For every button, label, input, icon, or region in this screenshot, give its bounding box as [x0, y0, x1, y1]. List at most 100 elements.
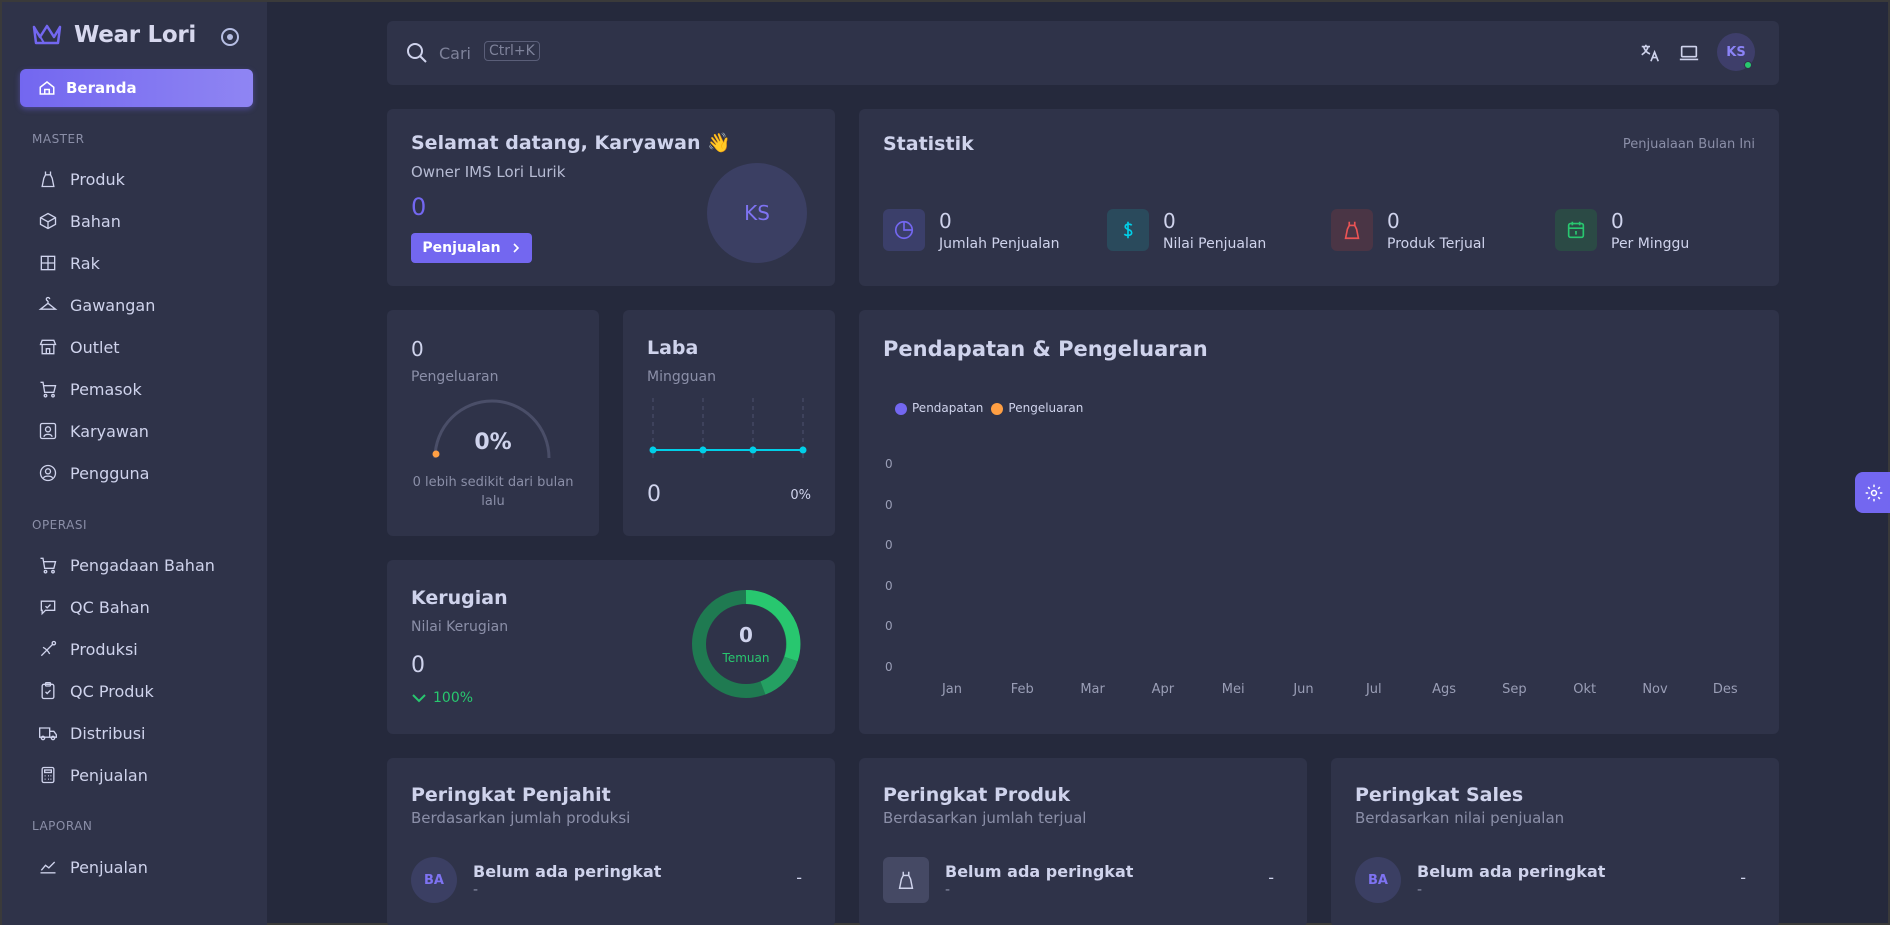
online-status-dot — [1744, 61, 1752, 69]
user-square-icon — [39, 422, 57, 440]
stat-value: 0 — [1387, 209, 1400, 233]
ranking-subtitle: Berdasarkan jumlah produksi — [411, 809, 631, 827]
sidebar-item-pengguna[interactable]: Pengguna — [38, 463, 149, 483]
sidebar-item-karyawan[interactable]: Karyawan — [38, 421, 149, 441]
stat-value: 0 — [1163, 209, 1176, 233]
cart-icon — [40, 381, 57, 398]
search-icon[interactable] — [405, 41, 429, 65]
ranking-avatar: BA — [411, 857, 457, 903]
statistik-card: Statistik Penjualaan Bulan Ini 0 Jumlah P… — [859, 109, 1779, 286]
search-shortcut: Ctrl+K — [484, 41, 540, 61]
statistik-title: Statistik — [883, 133, 974, 155]
message-check-icon — [40, 600, 56, 616]
customizer-button[interactable] — [1855, 472, 1890, 513]
donut-value: 0 — [739, 623, 753, 647]
peringkat-sales-card: Peringkat Sales Berdasarkan nilai penjua… — [1331, 758, 1779, 925]
donut-label: Temuan — [722, 651, 770, 665]
sidebar-item-qc-bahan[interactable]: QC Bahan — [38, 597, 150, 617]
gauge-percent: 0% — [474, 430, 512, 455]
chart-plot-area — [859, 310, 1779, 734]
sidebar-item-gawangan[interactable]: Gawangan — [38, 295, 155, 315]
pie-chart-icon — [883, 209, 925, 251]
sidebar-item-label: Pengadaan Bahan — [70, 555, 215, 575]
sidebar-item-label: Outlet — [70, 337, 120, 357]
crown-logo-icon — [32, 24, 62, 45]
ranking-detail: - — [473, 882, 479, 898]
peringkat-produk-card: Peringkat Produk Berdasarkan jumlah terj… — [859, 758, 1307, 925]
laba-title: Laba — [647, 337, 699, 359]
sidebar-item-pemasok[interactable]: Pemasok — [38, 379, 142, 399]
ranking-avatar: BA — [1355, 857, 1401, 903]
ranking-value: - — [1740, 868, 1746, 887]
ranking-detail: - — [1417, 882, 1423, 898]
kerugian-value: 0 — [411, 653, 425, 678]
sidebar-item-label: Karyawan — [70, 421, 149, 441]
stat-nilai-penjualan: 0 Nilai Penjualan — [1107, 209, 1266, 252]
sidebar-item-penjualan[interactable]: Penjualan — [38, 765, 148, 785]
sidebar-item-beranda[interactable]: Beranda — [20, 69, 253, 107]
truck-icon — [39, 727, 57, 741]
sidebar-item-produksi[interactable]: Produksi — [38, 639, 138, 659]
kerugian-change: 100% — [411, 690, 473, 706]
gear-icon — [1865, 484, 1882, 501]
stat-label: Jumlah Penjualan — [939, 236, 1060, 252]
pendapatan-pengeluaran-card: Pendapatan & Pengeluaran Pendapatan Peng… — [859, 310, 1779, 734]
sidebar-item-label: Bahan — [70, 211, 121, 231]
ranking-detail: - — [945, 882, 951, 898]
ranking-value: - — [796, 868, 802, 887]
clipboard-check-icon — [41, 682, 55, 700]
ranking-subtitle: Berdasarkan jumlah terjual — [883, 809, 1087, 827]
stat-value: 0 — [1611, 209, 1624, 233]
stat-value: 0 — [939, 209, 952, 233]
sidebar-item-label: Rak — [70, 253, 100, 273]
pengeluaran-note: 0 lebih sedikit dari bulan lalu — [412, 475, 574, 509]
ranking-subtitle: Berdasarkan nilai penjualan — [1355, 809, 1565, 827]
hanger-icon — [38, 296, 58, 310]
chevron-right-icon — [513, 243, 519, 253]
welcome-subtitle: Owner IMS Lori Lurik — [411, 163, 566, 181]
sidebar-item-label: QC Produk — [70, 681, 154, 701]
sidebar-item-label: Penjualan — [70, 857, 148, 877]
sidebar-item-produk[interactable]: Produk — [38, 169, 125, 189]
stat-label: Produk Terjual — [1387, 236, 1486, 252]
store-icon — [39, 339, 57, 355]
sidebar-item-outlet[interactable]: Outlet — [38, 337, 120, 357]
sidebar-item-qc-produk[interactable]: QC Produk — [38, 681, 154, 701]
sidebar-item-bahan[interactable]: Bahan — [38, 211, 121, 231]
penjualan-button[interactable]: Penjualan — [411, 233, 532, 263]
brand[interactable]: Wear Lori — [32, 22, 196, 48]
sidebar-toggle-icon[interactable] — [221, 28, 239, 46]
ranking-name: Belum ada peringkat — [945, 862, 1134, 881]
laba-sparkline — [649, 398, 807, 458]
section-title-master: MASTER — [32, 132, 85, 146]
kerugian-card: Kerugian Nilai Kerugian 0 100% 0 Temuan — [387, 560, 835, 734]
sidebar-item-label: Pengguna — [70, 463, 150, 483]
dress-icon — [41, 171, 55, 188]
needle-icon — [40, 640, 57, 657]
sidebar-item-pengadaan-bahan[interactable]: Pengadaan Bahan — [38, 555, 215, 575]
sidebar-item-label: Produksi — [70, 639, 138, 659]
sidebar-item-laporan-penjualan[interactable]: Penjualan — [38, 857, 148, 877]
ranking-name: Belum ada peringkat — [1417, 862, 1606, 881]
translate-icon[interactable] — [1639, 42, 1661, 64]
dress-icon — [1331, 209, 1373, 251]
stat-jumlah-penjualan: 0 Jumlah Penjualan — [883, 209, 1060, 252]
laba-value: 0 — [647, 482, 661, 507]
cart-icon — [40, 557, 57, 574]
section-title-operasi: OPERASI — [32, 518, 87, 532]
laptop-icon[interactable] — [1678, 42, 1700, 64]
peringkat-penjahit-card: Peringkat Penjahit Berdasarkan jumlah pr… — [387, 758, 835, 925]
sidebar-item-label: Gawangan — [70, 295, 156, 315]
sidebar-item-distribusi[interactable]: Distribusi — [38, 723, 145, 743]
sidebar: Wear Lori Beranda MASTER Produk Bahan Ra… — [2, 2, 267, 925]
pengeluaran-label: Pengeluaran — [411, 369, 499, 385]
kerugian-subtitle: Nilai Kerugian — [411, 619, 509, 635]
sidebar-item-label: Produk — [70, 169, 125, 189]
welcome-avatar: KS — [707, 163, 807, 263]
search-input[interactable]: Cari — [439, 44, 471, 63]
sidebar-item-rak[interactable]: Rak — [38, 253, 100, 273]
calculator-icon — [41, 766, 55, 784]
calendar-icon — [1555, 209, 1597, 251]
stat-label: Per Minggu — [1611, 236, 1690, 252]
sidebar-item-label: Pemasok — [70, 379, 142, 399]
